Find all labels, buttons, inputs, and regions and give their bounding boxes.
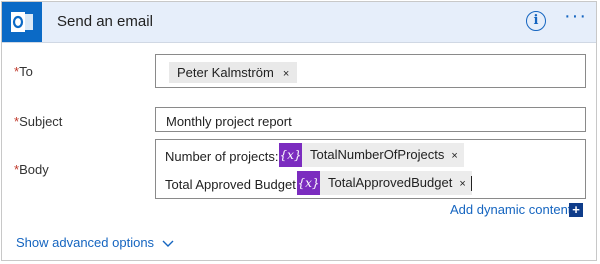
subject-label-text: Subject <box>19 114 63 129</box>
to-label-text: To <box>19 64 33 79</box>
more-options-icon[interactable]: ··· <box>564 6 590 27</box>
body-label-text: Body <box>19 162 49 177</box>
dynamic-token-total-projects[interactable]: {x} TotalNumberOfProjects × <box>279 143 464 167</box>
outlook-icon <box>2 2 42 42</box>
variable-icon: {x} <box>279 143 302 167</box>
add-dynamic-content-link[interactable]: Add dynamic content <box>450 202 571 217</box>
card-title: Send an email <box>57 13 153 30</box>
subject-label: *Subject <box>14 114 62 129</box>
to-label: *To <box>14 64 33 79</box>
body-label: *Body <box>14 162 49 177</box>
subject-field[interactable]: Monthly project report <box>155 107 586 132</box>
body-line-2-text: Total Approved Budget: <box>165 177 300 192</box>
text-caret <box>471 176 472 191</box>
add-dynamic-content-icon[interactable]: + <box>569 203 583 217</box>
token-label: TotalApprovedBudget <box>328 175 453 190</box>
card-header[interactable]: Send an email i ··· <box>2 2 596 43</box>
remove-recipient-icon[interactable]: × <box>283 68 289 80</box>
action-card: Send an email i ··· *To Peter Kalmström ×… <box>1 1 597 261</box>
dynamic-token-total-budget[interactable]: {x} TotalApprovedBudget × <box>297 171 472 195</box>
token-label: TotalNumberOfProjects <box>310 147 445 162</box>
recipient-name: Peter Kalmström <box>177 65 274 80</box>
body-field[interactable]: Number of projects: {x} TotalNumberOfProj… <box>155 139 586 199</box>
recipient-token[interactable]: Peter Kalmström × <box>169 62 298 83</box>
show-advanced-label: Show advanced options <box>16 235 155 250</box>
show-advanced-options-link[interactable]: Show advanced options <box>16 235 174 250</box>
variable-icon: {x} <box>297 171 320 195</box>
chevron-down-icon <box>162 240 174 247</box>
body-line-1-text: Number of projects: <box>165 149 279 164</box>
subject-value: Monthly project report <box>166 114 292 129</box>
remove-token-icon[interactable]: × <box>451 150 457 162</box>
info-icon[interactable]: i <box>526 11 546 31</box>
remove-token-icon[interactable]: × <box>459 178 465 190</box>
to-field[interactable]: Peter Kalmström × <box>155 54 586 88</box>
